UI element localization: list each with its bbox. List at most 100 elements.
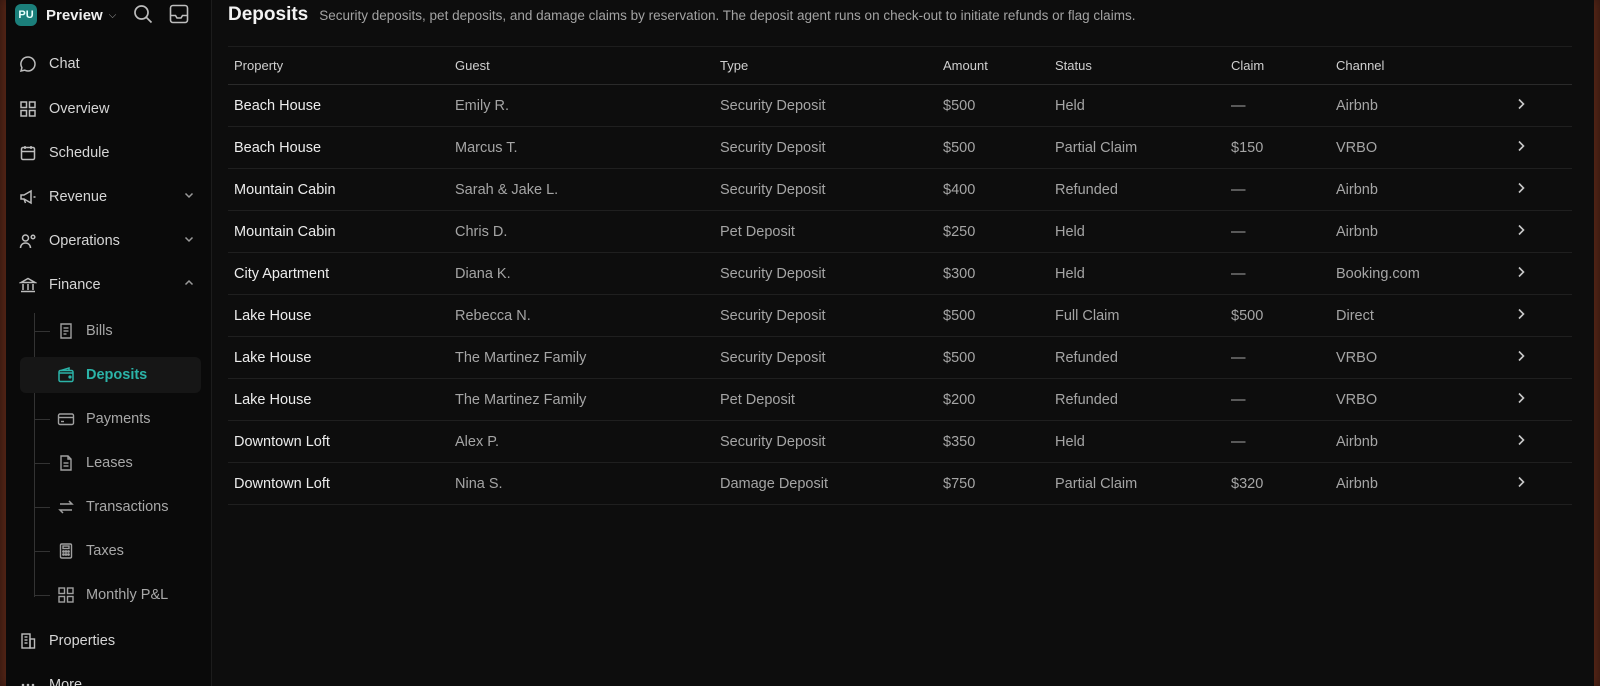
cell-channel: Booking.com (1336, 265, 1420, 282)
megaphone-icon (18, 187, 38, 207)
cell-status: Full Claim (1055, 307, 1120, 324)
search-icon[interactable] (132, 3, 154, 25)
sidebar-item-label: Leases (86, 455, 133, 471)
sidebar-item-properties[interactable]: Properties (18, 623, 201, 659)
cell-channel: Airbnb (1336, 223, 1378, 240)
column-header-status[interactable]: Status (1055, 58, 1092, 73)
table-row[interactable]: City Apartment Diana K. Security Deposit $3… (228, 253, 1572, 295)
chevron-right-icon[interactable] (1514, 391, 1528, 409)
cell-type: Security Deposit (720, 181, 826, 198)
column-header-property[interactable]: Property (234, 58, 283, 73)
cell-amount: $250 (943, 223, 976, 240)
sidebar-item-taxes[interactable]: Taxes (56, 533, 201, 569)
cell-guest: Rebecca N. (455, 307, 531, 324)
chevron-right-icon[interactable] (1514, 139, 1528, 157)
workspace-switcher[interactable]: PU Preview ⌵ (15, 2, 116, 28)
cell-type: Damage Deposit (720, 475, 828, 492)
cell-amount: $500 (943, 349, 976, 366)
more-icon (18, 675, 38, 686)
column-header-guest[interactable]: Guest (455, 58, 490, 73)
sidebar-item-label: Chat (49, 56, 80, 72)
sidebar-item-leases[interactable]: Leases (56, 445, 201, 481)
cell-claim: — (1231, 181, 1246, 198)
cell-status: Held (1055, 223, 1085, 240)
cell-claim: — (1231, 349, 1246, 366)
sidebar-item-label: Payments (86, 411, 151, 427)
cell-type: Security Deposit (720, 265, 826, 282)
cell-property: City Apartment (234, 265, 330, 282)
cell-property: Beach House (234, 97, 322, 114)
chevron-right-icon[interactable] (1514, 349, 1528, 367)
table-row[interactable]: Lake House The Martinez Family Pet Deposit… (228, 379, 1572, 421)
sidebar-item-overview[interactable]: Overview (18, 91, 201, 127)
tree-connector (34, 463, 50, 464)
sidebar-item-transactions[interactable]: Transactions (56, 489, 201, 525)
chevron-right-icon[interactable] (1514, 265, 1528, 283)
table-row[interactable]: Lake House The Martinez Family Security De… (228, 337, 1572, 379)
chevron-right-icon[interactable] (1514, 475, 1528, 493)
cell-claim: — (1231, 97, 1246, 114)
table-row[interactable]: Downtown Loft Alex P. Security Deposit $350… (228, 421, 1572, 463)
cell-channel: VRBO (1336, 391, 1378, 408)
sidebar-item-label: Properties (49, 633, 116, 649)
sidebar-item-revenue[interactable]: Revenue (18, 179, 201, 215)
cell-guest: Emily R. (455, 97, 509, 114)
cell-status: Refunded (1055, 181, 1118, 198)
chevron-right-icon[interactable] (1514, 223, 1528, 241)
chevron-right-icon[interactable] (1514, 97, 1528, 115)
sidebar-item-chat[interactable]: Chat (18, 46, 201, 82)
chevron-right-icon[interactable] (1514, 433, 1528, 451)
sidebar-item-deposits[interactable]: Deposits (20, 357, 201, 393)
cell-type: Security Deposit (720, 307, 826, 324)
grid-icon (56, 585, 76, 605)
wallet-icon (56, 365, 76, 385)
cell-status: Refunded (1055, 391, 1118, 408)
cell-status: Held (1055, 433, 1085, 450)
building-icon (18, 631, 38, 651)
sidebar-item-bills[interactable]: Bills (56, 313, 201, 349)
inbox-icon[interactable] (168, 3, 190, 25)
table-header: Property Guest Type Amount Status Claim … (228, 46, 1572, 85)
sidebar-item-monthly-pl[interactable]: Monthly P&L (56, 577, 201, 613)
column-header-claim[interactable]: Claim (1231, 58, 1264, 73)
table-row[interactable]: Beach House Emily R. Security Deposit $500 H… (228, 85, 1572, 127)
column-header-type[interactable]: Type (720, 58, 748, 73)
sidebar-item-payments[interactable]: Payments (56, 401, 201, 437)
cell-amount: $300 (943, 265, 976, 282)
cell-type: Pet Deposit (720, 391, 795, 408)
cell-amount: $750 (943, 475, 976, 492)
sidebar-item-operations[interactable]: Operations (18, 223, 201, 259)
calendar-icon (18, 143, 38, 163)
table-row[interactable]: Beach House Marcus T. Security Deposit $500… (228, 127, 1572, 169)
cell-property: Lake House (234, 391, 312, 408)
table-row[interactable]: Downtown Loft Nina S. Damage Deposit $750 Pa… (228, 463, 1572, 505)
cell-type: Security Deposit (720, 139, 826, 156)
sidebar-item-label: Transactions (86, 499, 169, 515)
table-row[interactable]: Mountain Cabin Sarah & Jake L. Security De… (228, 169, 1572, 211)
cell-guest: Marcus T. (455, 139, 518, 156)
table-row[interactable]: Mountain Cabin Chris D. Pet Deposit $250 Hel… (228, 211, 1572, 253)
sidebar-item-schedule[interactable]: Schedule (18, 135, 201, 171)
cell-claim: $320 (1231, 475, 1264, 492)
people-gear-icon (18, 231, 38, 251)
sidebar-item-label: More (49, 677, 83, 686)
cell-channel: Airbnb (1336, 181, 1378, 198)
cell-status: Held (1055, 97, 1085, 114)
chevron-right-icon[interactable] (1514, 181, 1528, 199)
arrows-exchange-icon (56, 497, 76, 517)
tree-connector (34, 331, 50, 332)
cell-guest: Alex P. (455, 433, 500, 450)
sidebar-item-label: Bills (86, 323, 113, 339)
sidebar-item-label: Operations (49, 233, 120, 249)
sidebar-item-finance[interactable]: Finance (18, 267, 201, 303)
column-header-amount[interactable]: Amount (943, 58, 988, 73)
cell-guest: Diana K. (455, 265, 511, 282)
workspace-avatar: PU (15, 4, 37, 26)
workspace-name: Preview (46, 6, 103, 24)
chevron-right-icon[interactable] (1514, 307, 1528, 325)
sidebar-item-label: Overview (49, 101, 110, 117)
column-header-channel[interactable]: Channel (1336, 58, 1384, 73)
table-row[interactable]: Lake House Rebecca N. Security Deposit $500… (228, 295, 1572, 337)
sidebar-item-more[interactable]: More (18, 667, 201, 686)
cell-type: Security Deposit (720, 433, 826, 450)
